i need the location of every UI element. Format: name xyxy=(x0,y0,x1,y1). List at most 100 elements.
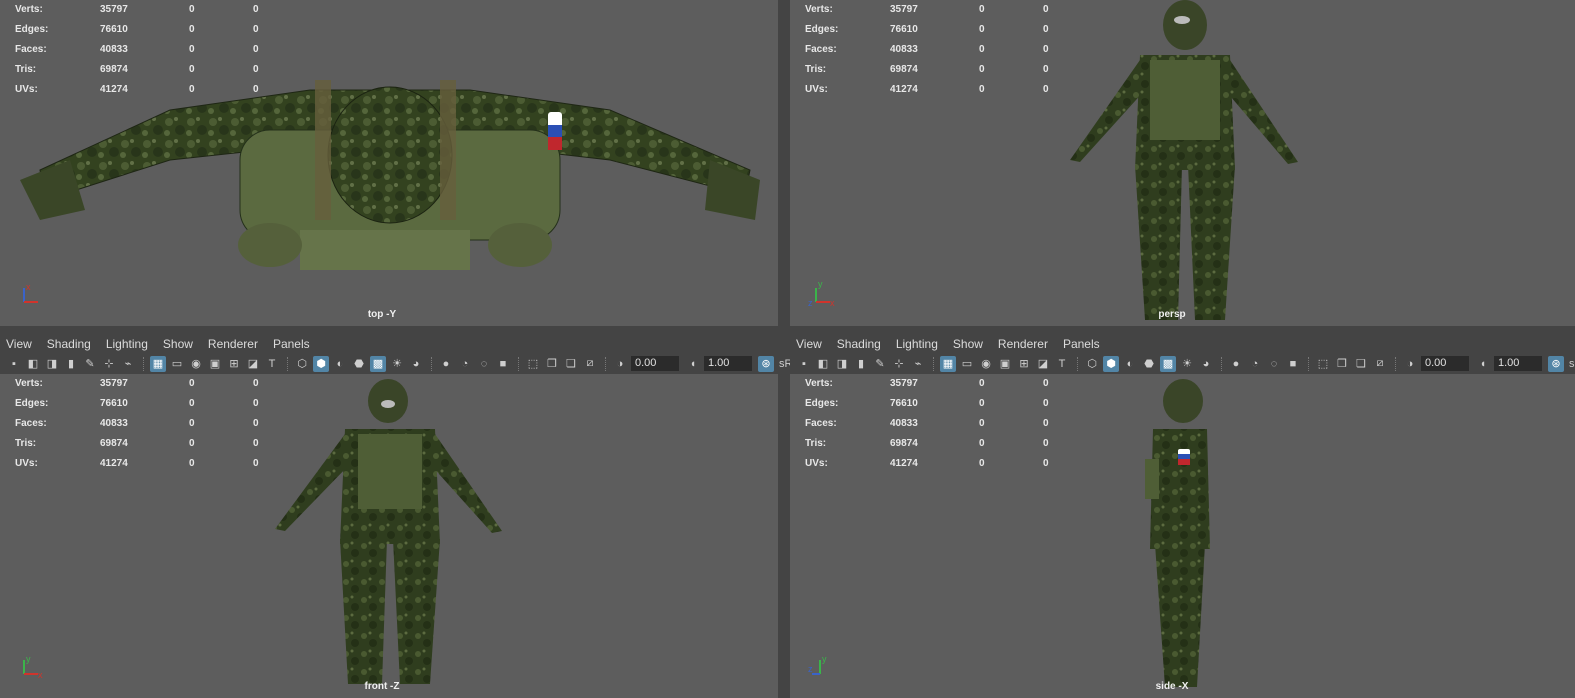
viewport-side[interactable]: Verts: 35797 0 0 Edges: 76610 0 0 Faces: 40833 0… xyxy=(790,374,1575,698)
depth-of-field-icon[interactable]: ■ xyxy=(1285,356,1301,372)
isolate-select-icon[interactable]: ⬚ xyxy=(1315,356,1331,372)
menu-renderer[interactable]: Renderer xyxy=(998,335,1048,353)
field-chart-icon[interactable]: ⊞ xyxy=(1016,356,1032,372)
image-plane-icon[interactable]: ▮ xyxy=(63,356,79,372)
film-gate-icon[interactable]: ▭ xyxy=(959,356,975,372)
shadows-icon[interactable]: ◕ xyxy=(1198,356,1214,372)
ambient-occlusion-icon[interactable]: ● xyxy=(1228,356,1244,372)
isolate-select-icon[interactable]: ⬚ xyxy=(525,356,541,372)
field-chart-icon[interactable]: ⊞ xyxy=(226,356,242,372)
textured-icon[interactable]: ▩ xyxy=(1160,355,1176,372)
exposure-field[interactable]: 0.00 xyxy=(1421,356,1469,371)
panel-divider-vertical[interactable] xyxy=(778,0,790,698)
axis-gizmo-icon: y z x xyxy=(808,279,835,308)
grid-icon[interactable]: ▦ xyxy=(940,355,956,372)
gate-mask-icon[interactable]: ▣ xyxy=(207,356,223,372)
colorspace-label[interactable]: sR xyxy=(1569,358,1575,370)
safe-title-icon[interactable]: T xyxy=(1054,356,1070,372)
default-material-icon[interactable]: ◐ xyxy=(1122,356,1138,372)
antialiasing-icon[interactable]: ◌ xyxy=(1266,356,1282,372)
bookmark-icon[interactable]: ◨ xyxy=(44,356,60,372)
gamma-field[interactable]: 1.00 xyxy=(704,356,752,371)
axis-gizmo-icon: y z xyxy=(808,654,827,675)
viewport-persp[interactable]: Verts: 35797 0 0 Edges: 76610 0 0 Faces: 40833 0… xyxy=(790,0,1575,326)
exposure-icon[interactable]: ◑ xyxy=(1402,356,1418,372)
soldier-model-persp-view[interactable] xyxy=(1060,0,1310,326)
menu-renderer[interactable]: Renderer xyxy=(208,335,258,353)
ambient-occlusion-icon[interactable]: ● xyxy=(438,356,454,372)
gamma-icon[interactable]: ◖ xyxy=(1475,356,1491,372)
gamma-icon[interactable]: ◖ xyxy=(685,356,701,372)
xray-components-icon[interactable]: ⧄ xyxy=(1372,356,1388,372)
color-management-icon[interactable]: ⊛ xyxy=(1548,355,1564,372)
menu-shading[interactable]: Shading xyxy=(47,335,91,353)
menu-panels[interactable]: Panels xyxy=(1063,335,1100,353)
select-camera-icon[interactable]: ▪ xyxy=(796,356,812,372)
safe-action-icon[interactable]: ◪ xyxy=(1035,356,1051,372)
viewport-front[interactable]: Verts: 35797 0 0 Edges: 76610 0 0 Faces: 40833 0… xyxy=(0,374,778,698)
xray-components-icon[interactable]: ⧄ xyxy=(582,356,598,372)
resolution-gate-icon[interactable]: ◉ xyxy=(978,356,994,372)
wireframe-on-shaded-icon[interactable]: ⬣ xyxy=(351,356,367,372)
menu-lighting[interactable]: Lighting xyxy=(896,335,938,353)
menu-show[interactable]: Show xyxy=(953,335,983,353)
svg-text:y: y xyxy=(818,279,823,289)
camera-label: persp xyxy=(1158,309,1186,320)
soldier-model-front-view[interactable] xyxy=(270,379,510,694)
image-plane-icon[interactable]: ▮ xyxy=(853,356,869,372)
smooth-shade-icon[interactable]: ⬢ xyxy=(313,355,329,372)
soldier-model-top-view[interactable] xyxy=(10,50,770,280)
camera-attributes-icon[interactable]: ◧ xyxy=(25,356,41,372)
shadows-icon[interactable]: ◕ xyxy=(408,356,424,372)
grease-pencil-icon[interactable]: ✎ xyxy=(872,356,888,372)
xray-icon[interactable]: ❐ xyxy=(544,356,560,372)
color-management-icon[interactable]: ⊛ xyxy=(758,355,774,372)
grease-pencil-icon[interactable]: ✎ xyxy=(82,356,98,372)
depth-of-field-icon[interactable]: ■ xyxy=(495,356,511,372)
select-camera-icon[interactable]: ▪ xyxy=(6,356,22,372)
svg-text:y: y xyxy=(26,654,31,664)
panel-menu: View Shading Lighting Show Renderer Pane… xyxy=(6,335,325,353)
safe-action-icon[interactable]: ◪ xyxy=(245,356,261,372)
lights-icon[interactable]: ☀ xyxy=(1179,356,1195,372)
paint-icon[interactable]: ⌁ xyxy=(120,356,136,372)
exposure-field[interactable]: 0.00 xyxy=(631,356,679,371)
resolution-gate-icon[interactable]: ◉ xyxy=(188,356,204,372)
antialiasing-icon[interactable]: ◌ xyxy=(476,356,492,372)
paint-icon[interactable]: ⌁ xyxy=(910,356,926,372)
wireframe-icon[interactable]: ⬡ xyxy=(294,356,310,372)
menu-shading[interactable]: Shading xyxy=(837,335,881,353)
menu-view[interactable]: View xyxy=(796,335,822,353)
bookmark-icon[interactable]: ◨ xyxy=(834,356,850,372)
menu-panels[interactable]: Panels xyxy=(273,335,310,353)
xray-icon[interactable]: ❐ xyxy=(1334,356,1350,372)
soldier-model-side-view[interactable] xyxy=(1135,379,1225,694)
viewport-top[interactable]: Verts: 35797 0 0 Edges: 76610 0 0 Faces: 40833 0… xyxy=(0,0,778,326)
menu-show[interactable]: Show xyxy=(163,335,193,353)
xray-joints-icon[interactable]: ❏ xyxy=(563,356,579,372)
snap-icon[interactable]: ⊹ xyxy=(891,356,907,372)
camera-attributes-icon[interactable]: ◧ xyxy=(815,356,831,372)
film-gate-icon[interactable]: ▭ xyxy=(169,356,185,372)
smooth-shade-icon[interactable]: ⬢ xyxy=(1103,355,1119,372)
gamma-field[interactable]: 1.00 xyxy=(1494,356,1542,371)
menu-view[interactable]: View xyxy=(6,335,32,353)
wireframe-icon[interactable]: ⬡ xyxy=(1084,356,1100,372)
svg-text:y: y xyxy=(822,654,827,664)
exposure-icon[interactable]: ◑ xyxy=(612,356,628,372)
svg-text:z: z xyxy=(808,298,813,308)
wireframe-on-shaded-icon[interactable]: ⬣ xyxy=(1141,356,1157,372)
menu-lighting[interactable]: Lighting xyxy=(106,335,148,353)
grid-icon[interactable]: ▦ xyxy=(150,355,166,372)
textured-icon[interactable]: ▩ xyxy=(370,355,386,372)
snap-icon[interactable]: ⊹ xyxy=(101,356,117,372)
lights-icon[interactable]: ☀ xyxy=(389,356,405,372)
gate-mask-icon[interactable]: ▣ xyxy=(997,356,1013,372)
panel-toolbar: ▪ ◧ ◨ ▮ ✎ ⊹ ⌁ ▦ ▭ ◉ ▣ ⊞ ◪ T ⬡ ⬢ ◐ ⬣ ▩ ☀ … xyxy=(0,353,792,374)
default-material-icon[interactable]: ◐ xyxy=(332,356,348,372)
motion-blur-icon[interactable]: ◔ xyxy=(1247,356,1263,372)
motion-blur-icon[interactable]: ◔ xyxy=(457,356,473,372)
safe-title-icon[interactable]: T xyxy=(264,356,280,372)
panel-menu: View Shading Lighting Show Renderer Pane… xyxy=(796,335,1115,353)
xray-joints-icon[interactable]: ❏ xyxy=(1353,356,1369,372)
